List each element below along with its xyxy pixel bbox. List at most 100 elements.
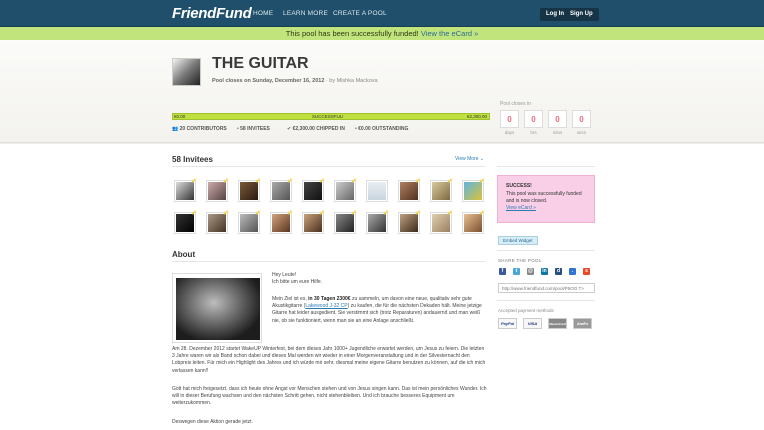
contributors-count: 20 CONTRIBUTORS bbox=[179, 126, 227, 132]
invitee-avatar[interactable]: ✔ bbox=[398, 210, 421, 234]
contributors-stat: 👥 20 CONTRIBUTORS bbox=[172, 126, 227, 132]
invitee-avatar[interactable]: ✔ bbox=[462, 178, 485, 202]
about-paragraph-1: Mein Ziel ist es, in 30 Tagen 2300€ zu s… bbox=[272, 296, 487, 325]
chipped-in-amount: €2,300.00 CHIPPED IN bbox=[292, 126, 345, 132]
progress-start-amount: €0.00 bbox=[174, 114, 186, 119]
friendfund-logo[interactable]: FriendFund bbox=[172, 5, 252, 22]
invitee-avatar[interactable]: ✔ bbox=[334, 178, 357, 202]
funding-progress-bar: €0.00 SUCCESSFUL! €2,300.00 bbox=[172, 113, 490, 120]
checkmark-icon: ✔ bbox=[287, 178, 293, 185]
invitee-avatar[interactable]: ✔ bbox=[398, 178, 421, 202]
share-heading: SHARE THE POOL bbox=[498, 258, 542, 263]
view-more-link[interactable]: View More ⌄ bbox=[455, 156, 484, 162]
invitee-avatar[interactable]: ✔ bbox=[366, 210, 389, 234]
progress-status: SUCCESSFUL! bbox=[312, 114, 344, 119]
guitar-model-link[interactable]: Lakewood J-32 CP bbox=[305, 303, 347, 309]
chipped-in-stat: ✔ €2,300.00 CHIPPED IN bbox=[287, 126, 345, 132]
checkmark-icon: ✔ bbox=[415, 210, 421, 217]
invitee-avatar[interactable]: ✔ bbox=[302, 210, 325, 234]
invitee-avatar[interactable]: ✔ bbox=[206, 210, 229, 234]
nav-create-pool-link[interactable]: CREATE A POOL bbox=[333, 10, 387, 17]
close-date-text: Pool closes on Sunday, December 16, 2012 bbox=[212, 78, 325, 84]
embed-widget-button[interactable]: Embed Widget bbox=[498, 236, 538, 245]
invitee-avatar[interactable]: ✔ bbox=[334, 210, 357, 234]
success-text: This pool was successfully funded and is… bbox=[506, 191, 582, 204]
invitee-avatar[interactable]: ✔ bbox=[238, 178, 261, 202]
about-heading: About bbox=[172, 250, 196, 259]
countdown-days-label: days bbox=[504, 130, 515, 135]
invitee-avatar[interactable]: ✔ bbox=[430, 178, 453, 202]
progress-goal-amount: €2,300.00 bbox=[466, 114, 487, 119]
invitee-avatar[interactable]: ✔ bbox=[174, 178, 197, 202]
checkmark-icon: ✔ bbox=[223, 178, 229, 185]
invitee-avatar[interactable]: ✔ bbox=[430, 210, 453, 234]
pool-organizer: · by Mishka Mackova bbox=[325, 78, 378, 84]
countdown-minutes-label: mins bbox=[552, 130, 563, 135]
stumbleupon-icon[interactable]: s bbox=[583, 268, 590, 275]
countdown-label: Pool closes in bbox=[500, 101, 531, 107]
invitee-avatar[interactable]: ✔ bbox=[270, 210, 293, 234]
invitee-avatar[interactable]: ✔ bbox=[238, 210, 261, 234]
amex-icon: AmEx bbox=[573, 318, 592, 329]
nav-home-link[interactable]: HOME bbox=[253, 10, 273, 17]
chevron-down-icon: ⌄ bbox=[479, 156, 485, 162]
p1-text-a: Mein Ziel ist es, bbox=[272, 296, 307, 302]
checkmark-icon: ✔ bbox=[447, 178, 453, 185]
about-paragraph-4: Deswegen diese Aktion gerade jetzt. bbox=[172, 419, 253, 425]
outstanding-stat: • €0.00 OUTSTANDING bbox=[355, 126, 409, 132]
checkmark-icon: ✔ bbox=[255, 178, 261, 185]
countdown-hours: 0 bbox=[524, 110, 543, 128]
twitter-icon[interactable]: t bbox=[513, 268, 520, 275]
pool-image bbox=[172, 58, 201, 86]
checkmark-icon: ✔ bbox=[319, 210, 325, 217]
about-paragraph-3: Gott hat mich freigesetzt, dass ich heut… bbox=[172, 386, 487, 407]
greeting-line-2: Ich bitte um eure Hilfe. bbox=[272, 279, 323, 286]
checkmark-icon: ✔ bbox=[383, 210, 389, 217]
share-url-field[interactable]: http://www.friendfund.com/pool/P5OO.T> bbox=[498, 283, 595, 293]
linkedin-icon[interactable]: in bbox=[541, 268, 548, 275]
invitee-avatar[interactable]: ✔ bbox=[174, 210, 197, 234]
about-paragraph-2: Am 28. Dezember 2012 startet WakeUP Wint… bbox=[172, 346, 486, 374]
p1-goal: in 30 Tagen 2300€ bbox=[308, 296, 351, 302]
funded-banner: This pool has been successfully funded! … bbox=[0, 27, 764, 40]
view-ecard-link[interactable]: View eCard » bbox=[506, 205, 536, 211]
countdown-hours-label: hrs bbox=[530, 130, 537, 135]
mastercard-icon: MasterCard bbox=[548, 318, 567, 329]
invitees-count: 58 INVITEES bbox=[240, 126, 270, 132]
about-greeting: Hey Leute! Ich bitte um eure Hilfe. bbox=[272, 272, 487, 286]
success-title: SUCCESS! bbox=[506, 183, 532, 189]
greeting-line-1: Hey Leute! bbox=[272, 272, 297, 278]
invitee-avatar[interactable]: ✔ bbox=[206, 178, 229, 202]
paypal-icon: PayPal bbox=[498, 318, 517, 329]
checkmark-icon: ✔ bbox=[479, 210, 485, 217]
checkmark-icon: ✔ bbox=[191, 210, 197, 217]
invitee-avatar[interactable]: ✔ bbox=[270, 178, 293, 202]
sidebar-divider bbox=[497, 166, 595, 167]
email-icon[interactable]: @ bbox=[527, 268, 534, 275]
success-message: This pool was successfully funded and is… bbox=[506, 191, 591, 212]
about-photo bbox=[172, 273, 262, 343]
countdown-days: 0 bbox=[500, 110, 519, 128]
sidebar-divider bbox=[497, 300, 595, 301]
checkmark-icon: ✔ bbox=[191, 178, 197, 185]
invitees-divider bbox=[172, 166, 485, 167]
checkmark-icon: ✔ bbox=[223, 210, 229, 217]
check-icon: ✔ bbox=[287, 126, 292, 132]
view-ecard-banner-link[interactable]: View the eCard » bbox=[421, 29, 478, 38]
visa-icon: VISA bbox=[523, 318, 542, 329]
facebook-icon[interactable]: f bbox=[499, 268, 506, 275]
invitee-avatar[interactable]: ✔ bbox=[462, 210, 485, 234]
invitee-avatar[interactable] bbox=[366, 180, 388, 202]
signup-button[interactable]: Sign Up bbox=[564, 8, 599, 21]
digg-icon[interactable]: d bbox=[555, 268, 562, 275]
pool-close-date: Pool closes on Sunday, December 16, 2012… bbox=[212, 78, 378, 84]
checkmark-icon: ✔ bbox=[319, 178, 325, 185]
countdown-minutes: 0 bbox=[548, 110, 567, 128]
delicious-icon[interactable]: . bbox=[569, 268, 576, 275]
invitees-stat: • 58 INVITEES bbox=[237, 126, 270, 132]
checkmark-icon: ✔ bbox=[351, 210, 357, 217]
invitee-avatar[interactable]: ✔ bbox=[302, 178, 325, 202]
nav-learn-more-link[interactable]: LEARN MORE bbox=[283, 10, 328, 17]
success-box: SUCCESS! This pool was successfully fund… bbox=[497, 175, 595, 223]
checkmark-icon: ✔ bbox=[287, 210, 293, 217]
